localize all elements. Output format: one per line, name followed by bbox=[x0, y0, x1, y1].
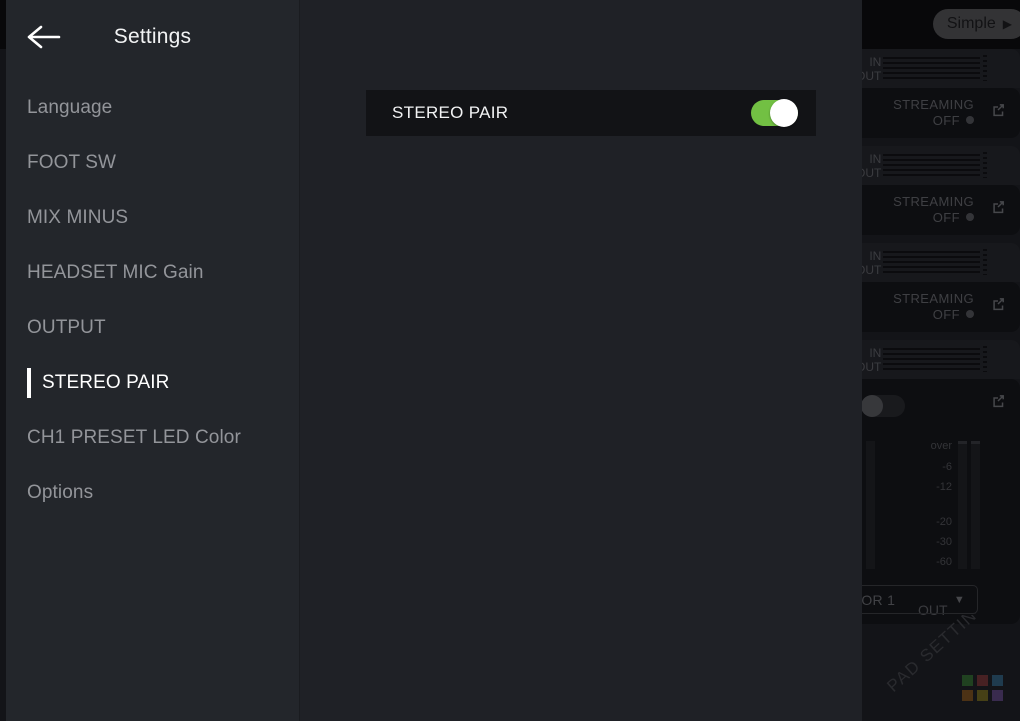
sidebar-item-label: Options bbox=[27, 482, 93, 504]
sidebar-item-stereo-pair[interactable]: STEREO PAIR bbox=[6, 355, 299, 410]
sidebar-item-ch1-preset-led-color[interactable]: CH1 PRESET LED Color bbox=[6, 410, 299, 465]
sidebar-item-options[interactable]: Options bbox=[6, 465, 299, 520]
sidebar-item-label: MIX MINUS bbox=[27, 207, 128, 229]
sidebar-item-output[interactable]: OUTPUT bbox=[6, 300, 299, 355]
sidebar-item-label: HEADSET MIC Gain bbox=[27, 262, 204, 284]
stereo-pair-setting-row: STEREO PAIR bbox=[366, 90, 816, 136]
back-arrow-icon[interactable] bbox=[26, 22, 62, 52]
app-window: Simple ▶ IN OUT STREAMIN bbox=[0, 0, 1020, 721]
sidebar-item-foot-sw[interactable]: FOOT SW bbox=[6, 135, 299, 190]
sidebar-item-label: OUTPUT bbox=[27, 317, 106, 339]
settings-content: STEREO PAIR bbox=[301, 0, 862, 721]
sidebar-item-headset-mic-gain[interactable]: HEADSET MIC Gain bbox=[6, 245, 299, 300]
sidebar-item-label: Language bbox=[27, 97, 112, 119]
stereo-pair-label: STEREO PAIR bbox=[392, 103, 508, 123]
sidebar-item-label: CH1 PRESET LED Color bbox=[27, 427, 241, 449]
settings-header: Settings bbox=[6, 0, 299, 74]
settings-sidebar: Settings Language FOOT SW MIX MINUS HEAD… bbox=[6, 0, 300, 721]
stereo-pair-toggle[interactable] bbox=[751, 100, 798, 126]
sidebar-item-language[interactable]: Language bbox=[6, 80, 299, 135]
toggle-knob bbox=[770, 99, 798, 127]
sidebar-item-mix-minus[interactable]: MIX MINUS bbox=[6, 190, 299, 245]
sidebar-item-label: FOOT SW bbox=[27, 152, 116, 174]
sidebar-item-label: STEREO PAIR bbox=[42, 372, 169, 394]
settings-modal: Settings Language FOOT SW MIX MINUS HEAD… bbox=[6, 0, 862, 721]
settings-nav-list: Language FOOT SW MIX MINUS HEADSET MIC G… bbox=[6, 80, 299, 520]
